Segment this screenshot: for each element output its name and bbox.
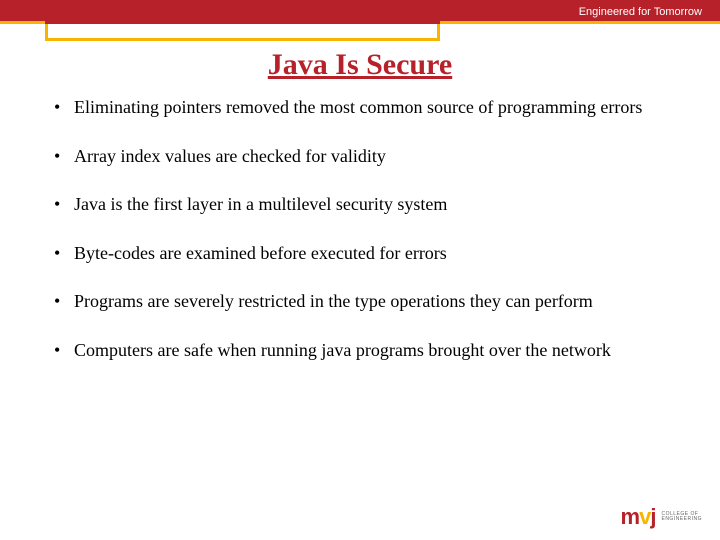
logo-letter-m: m bbox=[621, 504, 640, 529]
accent-line-left bbox=[0, 21, 45, 24]
content-area: Eliminating pointers removed the most co… bbox=[54, 96, 674, 387]
list-item: Java is the first layer in a multilevel … bbox=[54, 193, 674, 216]
logo-sub-line2: ENGINEERING bbox=[661, 517, 702, 523]
slide: Engineered for Tomorrow Java Is Secure E… bbox=[0, 0, 720, 540]
logo-mark: mvj bbox=[621, 504, 656, 530]
list-item: Computers are safe when running java pro… bbox=[54, 339, 674, 362]
list-item: Array index values are checked for valid… bbox=[54, 145, 674, 168]
list-item: Programs are severely restricted in the … bbox=[54, 290, 674, 313]
list-item: Byte-codes are examined before executed … bbox=[54, 242, 674, 265]
logo-letter-j: j bbox=[650, 504, 655, 529]
logo-subtext: COLLEGE OF ENGINEERING bbox=[661, 512, 702, 523]
list-item: Eliminating pointers removed the most co… bbox=[54, 96, 674, 119]
accent-box bbox=[45, 24, 440, 41]
accent-line-right bbox=[440, 21, 720, 24]
page-title: Java Is Secure bbox=[0, 48, 720, 82]
logo-letter-v: v bbox=[639, 504, 650, 529]
bullet-list: Eliminating pointers removed the most co… bbox=[54, 96, 674, 361]
logo: mvj COLLEGE OF ENGINEERING bbox=[621, 504, 702, 530]
